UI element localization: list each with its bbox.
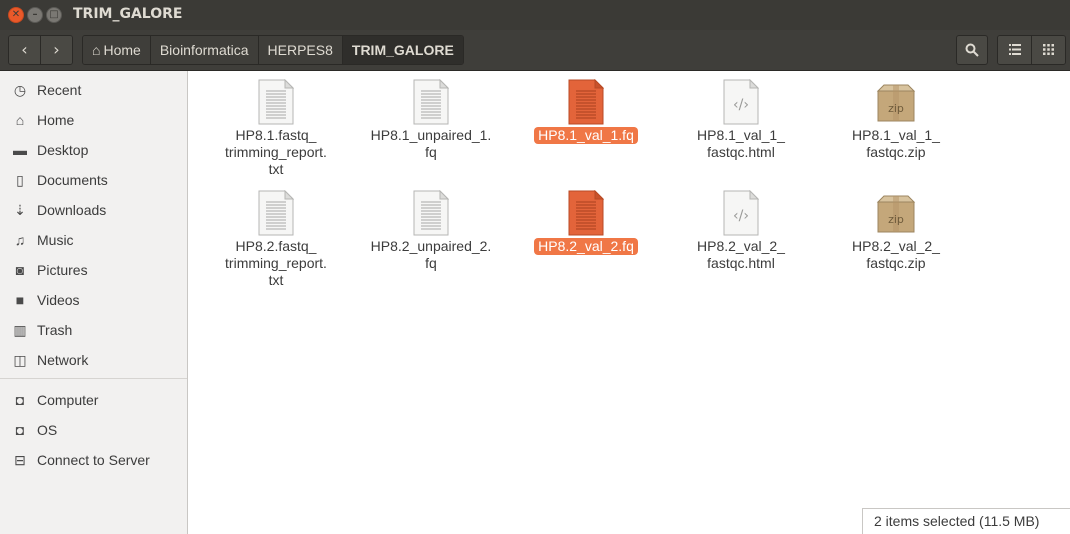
forward-button[interactable]: ›: [40, 36, 72, 64]
close-icon: ✕: [11, 9, 21, 20]
sidebar-item-trash[interactable]: ▥ Trash: [0, 315, 187, 345]
html-file-icon: ‹/›: [723, 78, 760, 125]
download-icon: ⇣: [14, 201, 26, 218]
search-icon: [965, 43, 979, 57]
sidebar-item-os[interactable]: ◘ OS: [0, 415, 187, 445]
file-item[interactable]: ‹/› HP8.1_val_1_ fastqc.html: [666, 71, 816, 161]
file-item[interactable]: ‹/› HP8.2_val_2_ fastqc.html: [666, 182, 816, 272]
text-file-icon: [258, 78, 295, 125]
file-name: HP8.1_val_1_ fastqc.html: [697, 127, 785, 160]
close-window-button[interactable]: ✕: [8, 7, 24, 23]
html-file-icon: ‹/›: [723, 189, 760, 236]
sidebar-item-desktop[interactable]: ▬ Desktop: [0, 135, 187, 165]
breadcrumb-home[interactable]: ⌂ Home: [83, 36, 151, 64]
sidebar-item-home[interactable]: ⌂ Home: [0, 105, 187, 135]
file-name: HP8.1_val_1_ fastqc.zip: [852, 127, 940, 160]
grid-view-button[interactable]: [1031, 36, 1065, 64]
sidebar-item-pictures[interactable]: ◙ Pictures: [0, 255, 187, 285]
file-name: HP8.1.fastq_ trimming_report. txt: [225, 127, 327, 177]
minimize-window-button[interactable]: –: [27, 7, 43, 23]
file-item[interactable]: HP8.1_unpaired_1. fq: [356, 71, 506, 161]
file-item[interactable]: zip HP8.2_val_2_ fastqc.zip: [821, 182, 971, 272]
text-file-icon: [568, 189, 605, 236]
file-item[interactable]: zip HP8.1_val_1_ fastqc.zip: [821, 71, 971, 161]
file-item-selected[interactable]: HP8.2_val_2.fq: [511, 182, 661, 255]
maximize-window-button[interactable]: □: [46, 7, 62, 23]
file-item[interactable]: HP8.2_unpaired_2. fq: [356, 182, 506, 272]
minimize-icon: –: [32, 9, 38, 20]
sidebar-divider: [0, 378, 187, 379]
drive-icon: ◘: [15, 392, 25, 408]
file-name: HP8.2_val_2.fq: [534, 238, 638, 255]
home-icon: ⌂: [92, 42, 101, 58]
list-icon: [1008, 44, 1021, 55]
sidebar-item-network[interactable]: ◫ Network: [0, 345, 187, 375]
text-file-icon: [258, 189, 295, 236]
sidebar-item-documents[interactable]: ▯ Documents: [0, 165, 187, 195]
network-icon: ◫: [13, 351, 27, 368]
folder-icon: ▬: [13, 142, 27, 158]
music-icon: ♫: [14, 232, 26, 248]
sidebar-item-music[interactable]: ♫ Music: [0, 225, 187, 255]
file-item-selected[interactable]: HP8.1_val_1.fq: [511, 71, 661, 144]
video-icon: ■: [15, 292, 25, 308]
sidebar: ◷ Recent ⌂ Home ▬ Desktop ▯ Documents ⇣ Downl…: [0, 71, 188, 534]
sidebar-item-videos[interactable]: ■ Videos: [0, 285, 187, 315]
breadcrumb-trim-galore[interactable]: TRIM_GALORE: [342, 36, 463, 64]
toolbar: ‹ › ⌂ Home Bioinformatica HERPES8 TRIM_GA…: [0, 30, 1070, 71]
chevron-right-icon: ›: [53, 40, 60, 59]
svg-text:‹/›: ‹/›: [733, 208, 749, 224]
file-name: HP8.2_unpaired_2. fq: [370, 238, 492, 271]
svg-text:‹/›: ‹/›: [733, 97, 749, 113]
breadcrumb-bioinformatica[interactable]: Bioinformatica: [150, 36, 259, 64]
maximize-icon: □: [49, 9, 59, 20]
sidebar-item-computer[interactable]: ◘ Computer: [0, 385, 187, 415]
file-name: HP8.2_val_2_ fastqc.zip: [852, 238, 940, 271]
file-name: HP8.1_unpaired_1. fq: [370, 127, 492, 160]
breadcrumb-herpes8[interactable]: HERPES8: [258, 36, 343, 64]
file-name: HP8.1_val_1.fq: [534, 127, 638, 144]
document-icon: ▯: [16, 171, 24, 188]
home-icon: ⌂: [15, 112, 25, 128]
file-item[interactable]: HP8.1.fastq_ trimming_report. txt: [201, 71, 351, 178]
text-file-icon: [413, 78, 450, 125]
search-button[interactable]: [956, 35, 988, 65]
status-bar: 2 items selected (11.5 MB): [862, 508, 1070, 534]
server-icon: ⊟: [14, 451, 26, 468]
breadcrumb: ⌂ Home Bioinformatica HERPES8 TRIM_GALORE: [82, 35, 464, 65]
camera-icon: ◙: [15, 262, 25, 278]
drive-icon: ◘: [15, 422, 25, 438]
sidebar-item-connect-to-server[interactable]: ⊟ Connect to Server: [0, 445, 187, 475]
window-title: TRIM_GALORE: [73, 6, 183, 22]
file-view: HP8.1.fastq_ trimming_report. txt HP8.1_un…: [193, 71, 1070, 534]
title-bar: ✕ – □ TRIM_GALORE: [0, 0, 1070, 30]
text-file-icon: [568, 78, 605, 125]
svg-text:zip: zip: [888, 213, 904, 226]
file-name: HP8.2_val_2_ fastqc.html: [697, 238, 785, 271]
zip-archive-icon: zip: [876, 190, 916, 236]
chevron-left-icon: ‹: [21, 40, 28, 59]
grid-icon: [1043, 44, 1054, 55]
zip-archive-icon: zip: [876, 79, 916, 125]
list-view-button[interactable]: [998, 36, 1031, 64]
sidebar-item-recent[interactable]: ◷ Recent: [0, 75, 187, 105]
svg-text:zip: zip: [888, 102, 904, 115]
view-mode-buttons: [997, 35, 1066, 65]
navigation-buttons: ‹ ›: [8, 35, 73, 65]
back-button[interactable]: ‹: [9, 36, 40, 64]
sidebar-item-downloads[interactable]: ⇣ Downloads: [0, 195, 187, 225]
file-item[interactable]: HP8.2.fastq_ trimming_report. txt: [201, 182, 351, 289]
file-name: HP8.2.fastq_ trimming_report. txt: [225, 238, 327, 288]
text-file-icon: [413, 189, 450, 236]
trash-icon: ▥: [13, 321, 27, 338]
clock-icon: ◷: [13, 81, 27, 98]
